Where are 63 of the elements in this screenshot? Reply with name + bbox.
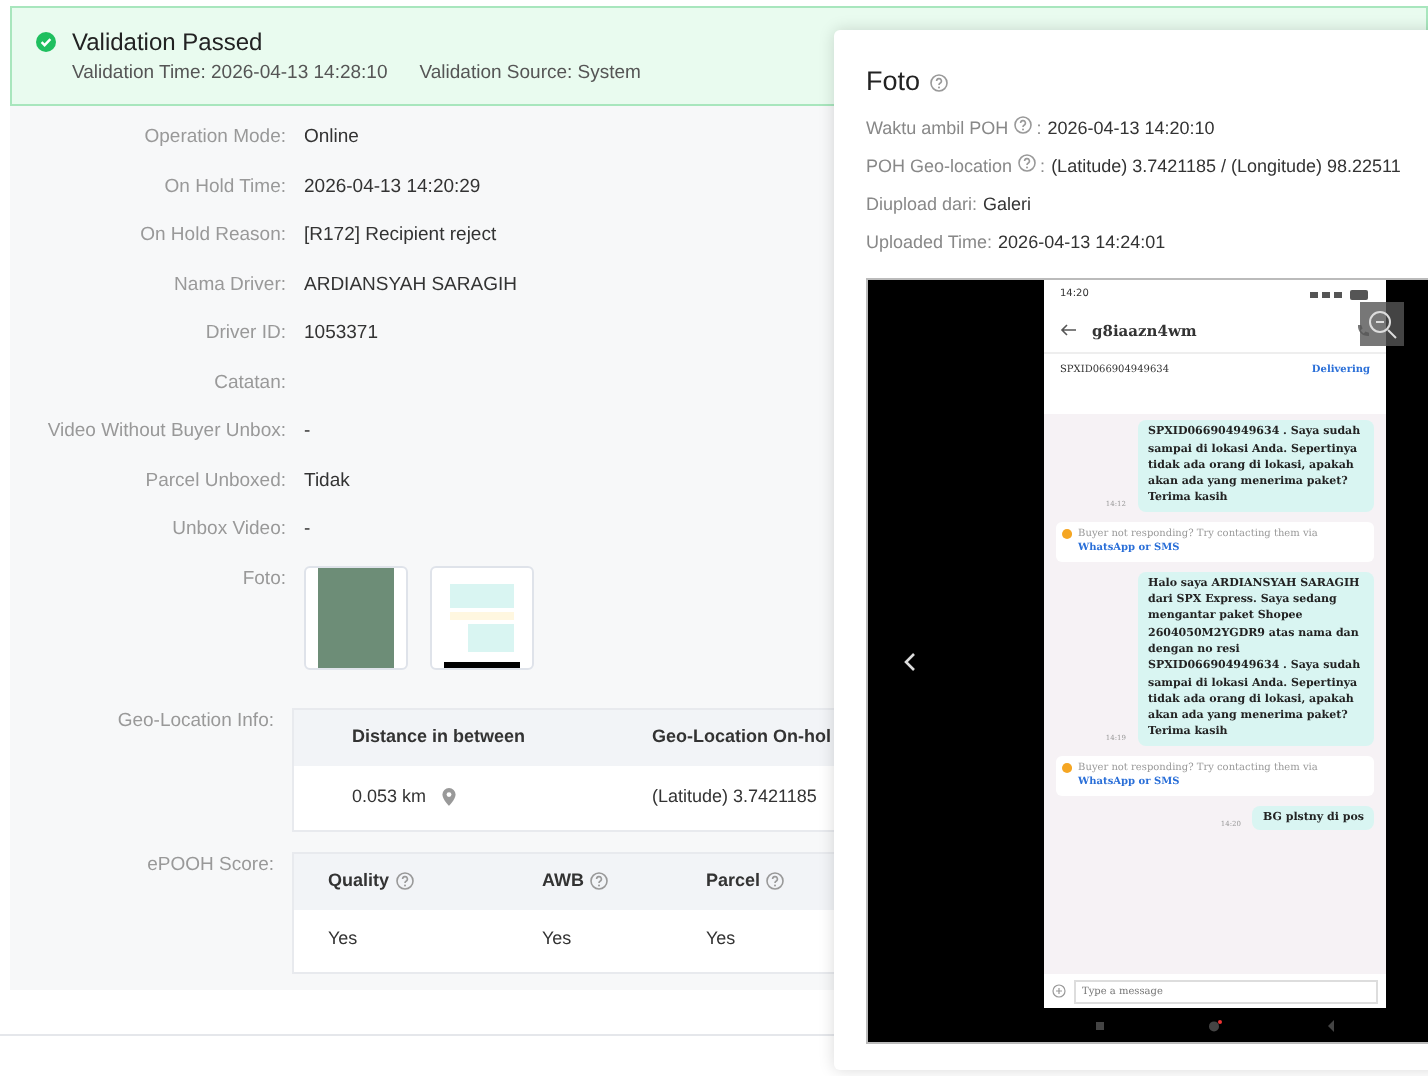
field-value: Tidak [304,467,350,495]
help-icon [766,872,785,890]
chevron-left-icon[interactable] [904,652,916,673]
field-value: 1053371 [304,320,378,348]
field-label: Geo-Location Info: [115,707,276,735]
modal-title: Foto [866,64,921,100]
field-value: - [304,516,311,544]
field-label: Foto: [240,565,288,593]
status-icons [1310,289,1370,300]
field-label: Unbox Video: [170,516,288,544]
info-value: (Latitude) 3.7421185 / (Longitude) 98.22511 [1051,154,1401,181]
table-cell-text: Yes [328,926,360,953]
field-label: On Hold Time: [162,173,288,201]
validation-time: Validation Time: 2026-04-13 14:28:10 [72,60,388,88]
field-label: Driver ID: [203,320,288,348]
column-header: Distance in between [352,723,528,750]
help-icon [1018,154,1037,173]
info-value: Galeri [983,192,1032,219]
field-label: Operation Mode: [142,124,288,152]
photo-thumbnail[interactable] [430,565,534,669]
field-label: Nama Driver: [172,271,288,299]
home-icon [1208,1019,1222,1032]
field-value: [R172] Recipient reject [304,222,497,250]
column-header: Parcel [706,867,761,894]
info-label: Diupload dari: [866,192,978,219]
table-cell-text: Yes [542,926,574,953]
table-cell-text: (Latitude) 3.7421185 [652,783,817,810]
back-arrow-icon[interactable] [1060,324,1076,337]
location-pin-icon [442,788,457,806]
column-header: AWB [542,867,584,894]
field-label: On Hold Reason: [138,222,288,250]
field-value: 2026-04-13 14:20:29 [304,173,481,201]
recents-icon [1096,1021,1104,1030]
column-header: Quality [328,867,390,894]
table-cell-text: 0.053 km [352,783,427,810]
add-icon[interactable] [1052,984,1066,999]
help-icon [395,872,414,890]
info-label: POH Geo-location [866,154,1013,181]
warning-icon [1062,761,1073,774]
table-cell-text: Yes [706,926,738,953]
info-separator: : [1036,116,1042,143]
back-icon [1326,1019,1334,1032]
field-value: - [304,418,311,446]
field-value: Online [304,124,359,152]
photo-placeholder [318,567,394,667]
info-label: Uploaded Time: [866,230,993,257]
zoom-out-icon[interactable] [1360,302,1404,347]
field-label: Parcel Unboxed: [143,467,288,495]
field-label: ePOOH Score: [145,851,276,879]
info-value: 2026-04-13 14:20:10 [1047,116,1215,143]
help-icon [1014,116,1033,135]
help-icon [590,872,608,890]
info-label: Waktu ambil POH [866,116,1009,143]
banner-title: Validation Passed [72,26,263,60]
field-label: Catatan: [212,369,288,397]
help-icon [930,73,949,92]
field-label: Video Without Buyer Unbox: [45,418,288,446]
photo-thumbnail[interactable] [304,565,408,669]
validation-source: Validation Source: System [419,60,641,88]
warning-icon [1062,527,1073,540]
info-value: 2026-04-13 14:24:01 [998,230,1166,257]
info-separator: : [1040,154,1046,181]
field-value: ARDIANSYAH SARAGIH [304,271,517,299]
